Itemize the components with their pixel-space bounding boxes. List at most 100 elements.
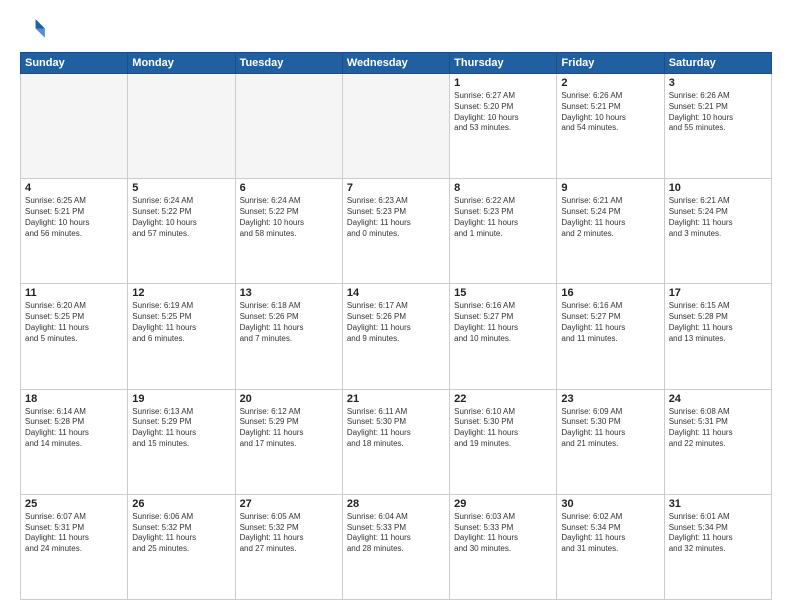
day-number: 23 — [561, 393, 659, 405]
day-info: Sunrise: 6:16 AM Sunset: 5:27 PM Dayligh… — [561, 301, 659, 344]
calendar-cell: 2 Sunrise: 6:26 AM Sunset: 5:21 PM Daylig… — [557, 74, 664, 179]
day-number: 20 — [240, 393, 338, 405]
calendar-cell: 10Sunrise: 6:21 AM Sunset: 5:24 PM Dayli… — [664, 179, 771, 284]
day-number: 29 — [454, 498, 552, 510]
day-number: 17 — [669, 287, 767, 299]
calendar-header-monday: Monday — [128, 53, 235, 74]
calendar-week-3: 18 Sunrise: 6:14 AM Sunset: 5:28 PM Dayli… — [21, 389, 772, 494]
calendar-cell: 22 Sunrise: 6:10 AM Sunset: 5:30 PM Dayli… — [450, 389, 557, 494]
calendar-cell: 14 Sunrise: 6:17 AM Sunset: 5:26 PM Dayli… — [342, 284, 449, 389]
calendar-body: 1Sunrise: 6:27 AM Sunset: 5:20 PM Daylig… — [21, 74, 772, 600]
logo-icon — [20, 16, 48, 44]
calendar-header-sunday: Sunday — [21, 53, 128, 74]
day-number: 5 — [132, 182, 230, 194]
day-info: Sunrise: 6:17 AM Sunset: 5:26 PM Dayligh… — [347, 301, 445, 344]
calendar-cell: 3 Sunrise: 6:26 AM Sunset: 5:21 PM Daylig… — [664, 74, 771, 179]
day-number: 26 — [132, 498, 230, 510]
calendar-cell: 5 Sunrise: 6:24 AM Sunset: 5:22 PM Daylig… — [128, 179, 235, 284]
day-info: Sunrise: 6:12 AM Sunset: 5:29 PM Dayligh… — [240, 407, 338, 450]
day-number: 3 — [669, 77, 767, 89]
calendar-cell: 12Sunrise: 6:19 AM Sunset: 5:25 PM Dayli… — [128, 284, 235, 389]
calendar-cell — [235, 74, 342, 179]
day-info: Sunrise: 6:24 AM Sunset: 5:22 PM Dayligh… — [240, 196, 338, 239]
day-number: 8 — [454, 182, 552, 194]
day-number: 4 — [25, 182, 123, 194]
day-info: Sunrise: 6:26 AM Sunset: 5:21 PM Dayligh… — [669, 91, 767, 134]
calendar-cell: 30Sunrise: 6:02 AM Sunset: 5:34 PM Dayli… — [557, 494, 664, 599]
day-number: 22 — [454, 393, 552, 405]
day-info: Sunrise: 6:25 AM Sunset: 5:21 PM Dayligh… — [25, 196, 123, 239]
calendar-week-0: 1Sunrise: 6:27 AM Sunset: 5:20 PM Daylig… — [21, 74, 772, 179]
calendar-cell: 15 Sunrise: 6:16 AM Sunset: 5:27 PM Dayli… — [450, 284, 557, 389]
calendar-cell: 17 Sunrise: 6:15 AM Sunset: 5:28 PM Dayli… — [664, 284, 771, 389]
calendar-cell: 18 Sunrise: 6:14 AM Sunset: 5:28 PM Dayli… — [21, 389, 128, 494]
day-info: Sunrise: 6:14 AM Sunset: 5:28 PM Dayligh… — [25, 407, 123, 450]
day-info: Sunrise: 6:09 AM Sunset: 5:30 PM Dayligh… — [561, 407, 659, 450]
day-info: Sunrise: 6:15 AM Sunset: 5:28 PM Dayligh… — [669, 301, 767, 344]
day-info: Sunrise: 6:07 AM Sunset: 5:31 PM Dayligh… — [25, 512, 123, 555]
day-info: Sunrise: 6:24 AM Sunset: 5:22 PM Dayligh… — [132, 196, 230, 239]
calendar-cell — [342, 74, 449, 179]
day-number: 14 — [347, 287, 445, 299]
calendar-week-1: 4 Sunrise: 6:25 AM Sunset: 5:21 PM Daylig… — [21, 179, 772, 284]
calendar-header-tuesday: Tuesday — [235, 53, 342, 74]
calendar-header-wednesday: Wednesday — [342, 53, 449, 74]
day-info: Sunrise: 6:23 AM Sunset: 5:23 PM Dayligh… — [347, 196, 445, 239]
day-number: 13 — [240, 287, 338, 299]
calendar-cell — [128, 74, 235, 179]
day-info: Sunrise: 6:16 AM Sunset: 5:27 PM Dayligh… — [454, 301, 552, 344]
calendar-cell: 27 Sunrise: 6:05 AM Sunset: 5:32 PM Dayli… — [235, 494, 342, 599]
calendar-cell: 25 Sunrise: 6:07 AM Sunset: 5:31 PM Dayli… — [21, 494, 128, 599]
day-number: 21 — [347, 393, 445, 405]
calendar-cell: 29 Sunrise: 6:03 AM Sunset: 5:33 PM Dayli… — [450, 494, 557, 599]
day-number: 28 — [347, 498, 445, 510]
day-number: 31 — [669, 498, 767, 510]
calendar-cell: 21 Sunrise: 6:11 AM Sunset: 5:30 PM Dayli… — [342, 389, 449, 494]
calendar-cell: 31Sunrise: 6:01 AM Sunset: 5:34 PM Dayli… — [664, 494, 771, 599]
day-info: Sunrise: 6:06 AM Sunset: 5:32 PM Dayligh… — [132, 512, 230, 555]
calendar-cell: 16 Sunrise: 6:16 AM Sunset: 5:27 PM Dayli… — [557, 284, 664, 389]
day-number: 19 — [132, 393, 230, 405]
calendar-cell: 20 Sunrise: 6:12 AM Sunset: 5:29 PM Dayli… — [235, 389, 342, 494]
day-info: Sunrise: 6:21 AM Sunset: 5:24 PM Dayligh… — [669, 196, 767, 239]
header — [20, 16, 772, 44]
day-number: 15 — [454, 287, 552, 299]
calendar-week-4: 25 Sunrise: 6:07 AM Sunset: 5:31 PM Dayli… — [21, 494, 772, 599]
day-info: Sunrise: 6:05 AM Sunset: 5:32 PM Dayligh… — [240, 512, 338, 555]
calendar-table: SundayMondayTuesdayWednesdayThursdayFrid… — [20, 52, 772, 600]
day-info: Sunrise: 6:21 AM Sunset: 5:24 PM Dayligh… — [561, 196, 659, 239]
day-info: Sunrise: 6:04 AM Sunset: 5:33 PM Dayligh… — [347, 512, 445, 555]
day-number: 9 — [561, 182, 659, 194]
day-number: 24 — [669, 393, 767, 405]
calendar-cell: 24 Sunrise: 6:08 AM Sunset: 5:31 PM Dayli… — [664, 389, 771, 494]
day-info: Sunrise: 6:18 AM Sunset: 5:26 PM Dayligh… — [240, 301, 338, 344]
day-number: 27 — [240, 498, 338, 510]
calendar-header-row: SundayMondayTuesdayWednesdayThursdayFrid… — [21, 53, 772, 74]
calendar-cell: 23 Sunrise: 6:09 AM Sunset: 5:30 PM Dayli… — [557, 389, 664, 494]
day-number: 6 — [240, 182, 338, 194]
calendar-cell: 28 Sunrise: 6:04 AM Sunset: 5:33 PM Dayli… — [342, 494, 449, 599]
page: SundayMondayTuesdayWednesdayThursdayFrid… — [0, 0, 792, 612]
calendar-cell: 13 Sunrise: 6:18 AM Sunset: 5:26 PM Dayli… — [235, 284, 342, 389]
day-number: 7 — [347, 182, 445, 194]
calendar-cell: 8Sunrise: 6:22 AM Sunset: 5:23 PM Daylig… — [450, 179, 557, 284]
calendar-cell: 19 Sunrise: 6:13 AM Sunset: 5:29 PM Dayli… — [128, 389, 235, 494]
day-info: Sunrise: 6:08 AM Sunset: 5:31 PM Dayligh… — [669, 407, 767, 450]
calendar-header-friday: Friday — [557, 53, 664, 74]
day-number: 25 — [25, 498, 123, 510]
day-number: 16 — [561, 287, 659, 299]
calendar-week-2: 11Sunrise: 6:20 AM Sunset: 5:25 PM Dayli… — [21, 284, 772, 389]
day-info: Sunrise: 6:03 AM Sunset: 5:33 PM Dayligh… — [454, 512, 552, 555]
day-number: 2 — [561, 77, 659, 89]
day-info: Sunrise: 6:11 AM Sunset: 5:30 PM Dayligh… — [347, 407, 445, 450]
day-info: Sunrise: 6:13 AM Sunset: 5:29 PM Dayligh… — [132, 407, 230, 450]
day-info: Sunrise: 6:10 AM Sunset: 5:30 PM Dayligh… — [454, 407, 552, 450]
day-number: 30 — [561, 498, 659, 510]
calendar-header-thursday: Thursday — [450, 53, 557, 74]
day-info: Sunrise: 6:27 AM Sunset: 5:20 PM Dayligh… — [454, 91, 552, 134]
day-info: Sunrise: 6:20 AM Sunset: 5:25 PM Dayligh… — [25, 301, 123, 344]
day-info: Sunrise: 6:19 AM Sunset: 5:25 PM Dayligh… — [132, 301, 230, 344]
day-info: Sunrise: 6:26 AM Sunset: 5:21 PM Dayligh… — [561, 91, 659, 134]
calendar-cell: 26 Sunrise: 6:06 AM Sunset: 5:32 PM Dayli… — [128, 494, 235, 599]
day-number: 18 — [25, 393, 123, 405]
